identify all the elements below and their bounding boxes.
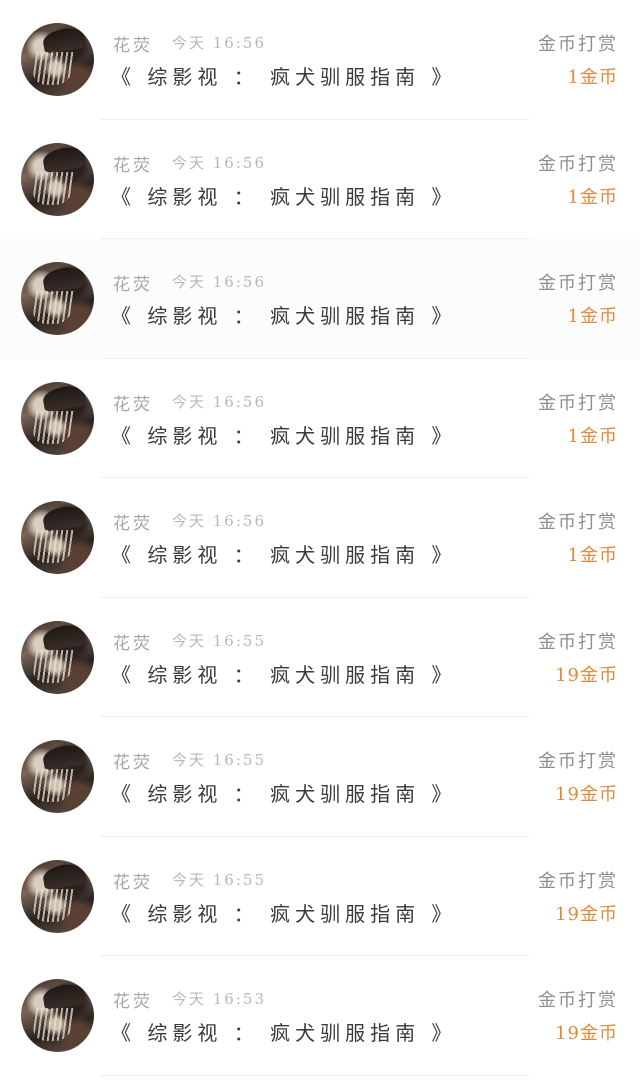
reward-label: 金币打赏: [538, 34, 618, 55]
user-name[interactable]: 花荧: [113, 390, 153, 415]
user-name[interactable]: 花荧: [113, 987, 153, 1012]
avatar[interactable]: [21, 142, 94, 216]
avatar[interactable]: [21, 859, 94, 933]
book-title[interactable]: 《 综影视 ： 疯犬驯服指南 》: [111, 181, 456, 210]
reward-list: 花荧 今天 16:56 《 综影视 ： 疯犬驯服指南 》 金币打赏 1金币 花荧…: [0, 0, 640, 1080]
timestamp: 今天 16:56: [172, 273, 266, 291]
timestamp: 今天 16:56: [172, 512, 266, 530]
list-item[interactable]: 花荧 今天 16:56 《 综影视 ： 疯犬驯服指南 》 金币打赏 1金币: [0, 119, 640, 239]
reward-amount: 1金币: [567, 545, 618, 566]
book-title[interactable]: 《 综影视 ： 疯犬驯服指南 》: [111, 300, 456, 329]
avatar[interactable]: [21, 23, 94, 96]
reward-amount: 1金币: [567, 425, 618, 447]
user-name[interactable]: 花荧: [113, 151, 153, 176]
reward-amount: 1金币: [567, 306, 618, 327]
user-name[interactable]: 花荧: [113, 270, 153, 295]
list-item[interactable]: 花荧 今天 16:55 《 综影视 ： 疯犬驯服指南 》 金币打赏 19金币: [0, 717, 640, 837]
user-name[interactable]: 花荧: [113, 509, 153, 534]
reward-label: 金币打赏: [538, 990, 618, 1011]
reward-label: 金币打赏: [538, 870, 618, 892]
reward-amount: 19金币: [555, 664, 618, 686]
timestamp: 今天 16:55: [172, 870, 266, 889]
reward-label: 金币打赏: [538, 153, 618, 175]
timestamp: 今天 16:56: [172, 34, 266, 52]
book-title[interactable]: 《 综影视 ： 疯犬驯服指南 》: [111, 898, 456, 927]
avatar[interactable]: [21, 262, 94, 335]
reward-amount: 19金币: [555, 1023, 618, 1044]
avatar[interactable]: [21, 620, 94, 694]
reward-label: 金币打赏: [538, 273, 618, 294]
list-item[interactable]: 花荧 今天 16:55 《 综影视 ： 疯犬驯服指南 》 金币打赏 19金币: [0, 836, 640, 956]
user-name[interactable]: 花荧: [113, 868, 153, 893]
avatar[interactable]: [21, 381, 94, 455]
book-title[interactable]: 《 综影视 ： 疯犬驯服指南 》: [111, 539, 456, 568]
timestamp: 今天 16:53: [172, 990, 266, 1008]
divider: [100, 1074, 530, 1076]
user-name[interactable]: 花荧: [113, 748, 153, 773]
book-title[interactable]: 《 综影视 ： 疯犬驯服指南 》: [111, 778, 456, 807]
avatar[interactable]: [21, 740, 94, 813]
timestamp: 今天 16:56: [172, 153, 266, 172]
reward-label: 金币打赏: [538, 512, 618, 533]
timestamp: 今天 16:56: [172, 392, 266, 411]
book-title[interactable]: 《 综影视 ： 疯犬驯服指南 》: [111, 61, 456, 90]
avatar[interactable]: [21, 979, 94, 1052]
reward-label: 金币打赏: [538, 751, 618, 772]
timestamp: 今天 16:55: [172, 751, 266, 769]
list-item[interactable]: 花荧 今天 16:56 《 综影视 ： 疯犬驯服指南 》 金币打赏 1金币: [0, 0, 640, 120]
list-item[interactable]: 花荧 今天 16:55 《 综影视 ： 疯犬驯服指南 》 金币打赏 19金币: [0, 597, 640, 717]
book-title[interactable]: 《 综影视 ： 疯犬驯服指南 》: [111, 420, 456, 449]
book-title[interactable]: 《 综影视 ： 疯犬驯服指南 》: [111, 659, 456, 688]
reward-amount: 1金币: [567, 186, 618, 208]
avatar[interactable]: [21, 501, 94, 574]
reward-amount: 19金币: [555, 784, 618, 805]
reward-label: 金币打赏: [538, 631, 618, 653]
reward-amount: 19金币: [555, 903, 618, 925]
list-item[interactable]: 花荧 今天 16:53 《 综影视 ： 疯犬驯服指南 》 金币打赏 19金币: [0, 956, 640, 1076]
list-item[interactable]: 花荧 今天 16:56 《 综影视 ： 疯犬驯服指南 》 金币打赏 1金币: [0, 358, 640, 478]
timestamp: 今天 16:55: [172, 631, 266, 650]
user-name[interactable]: 花荧: [113, 31, 153, 56]
user-name[interactable]: 花荧: [113, 629, 153, 654]
list-item[interactable]: 花荧 今天 16:56 《 综影视 ： 疯犬驯服指南 》 金币打赏 1金币: [0, 478, 640, 598]
book-title[interactable]: 《 综影视 ： 疯犬驯服指南 》: [111, 1017, 456, 1046]
reward-amount: 1金币: [567, 67, 618, 88]
list-item[interactable]: 花荧 今天 16:56 《 综影视 ： 疯犬驯服指南 》 金币打赏 1金币: [0, 239, 640, 359]
reward-label: 金币打赏: [538, 392, 618, 414]
